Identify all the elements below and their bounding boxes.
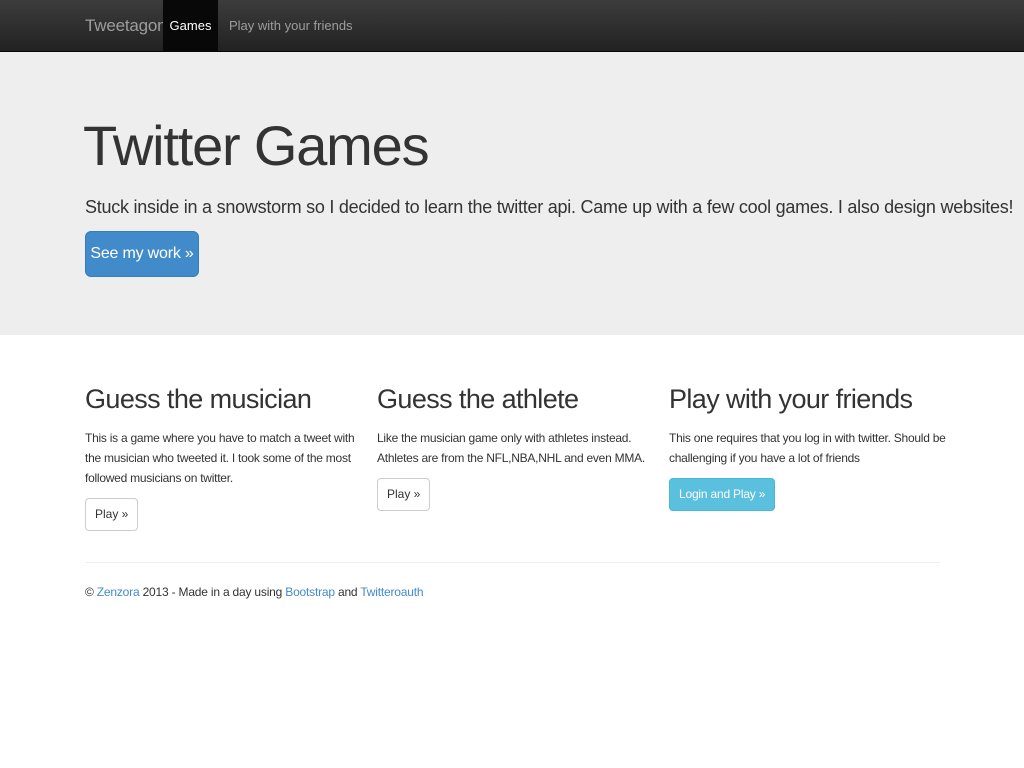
bootstrap-link[interactable]: Bootstrap — [285, 585, 335, 599]
game-card-musician: Guess the musician This is a game where … — [85, 383, 365, 532]
page-title: Twitter Games — [83, 114, 430, 177]
play-athlete-button[interactable]: Play » — [377, 478, 431, 512]
game-title: Guess the musician — [85, 384, 312, 414]
see-my-work-button[interactable]: See my work » — [85, 231, 199, 277]
nav-item-play-with-friends[interactable]: Play with your friends — [229, 0, 353, 51]
footer-and: and — [337, 585, 358, 599]
play-musician-button[interactable]: Play » — [85, 498, 139, 532]
game-card-athlete: Guess the athlete Like the musician game… — [377, 383, 657, 512]
footer-text: 2013 - Made in a day using — [142, 585, 283, 599]
login-and-play-button[interactable]: Login and Play » — [669, 478, 776, 512]
game-title: Guess the athlete — [377, 384, 579, 414]
copyright-symbol: © — [85, 585, 94, 599]
footer: © Zenzora 2013 - Made in a day using Boo… — [85, 585, 423, 599]
game-description: Like the musician game only with athlete… — [377, 431, 645, 466]
game-description: This one requires that you log in with t… — [669, 431, 946, 466]
game-description: This is a game where you have to match a… — [85, 431, 355, 486]
brand-link[interactable]: Tweetagon — [85, 16, 167, 36]
game-title: Play with your friends — [669, 384, 913, 414]
twitteroauth-link[interactable]: Twitteroauth — [360, 585, 423, 599]
jumbotron: Twitter Games Stuck inside in a snowstor… — [0, 52, 1024, 335]
zenzora-link[interactable]: Zenzora — [97, 585, 140, 599]
jumbotron-lead: Stuck inside in a snowstorm so I decided… — [85, 197, 1014, 217]
footer-divider — [85, 562, 940, 563]
game-card-friends: Play with your friends This one requires… — [669, 383, 949, 512]
top-navbar: Tweetagon Games Play with your friends — [0, 0, 1024, 52]
nav-item-games[interactable]: Games — [163, 0, 218, 51]
